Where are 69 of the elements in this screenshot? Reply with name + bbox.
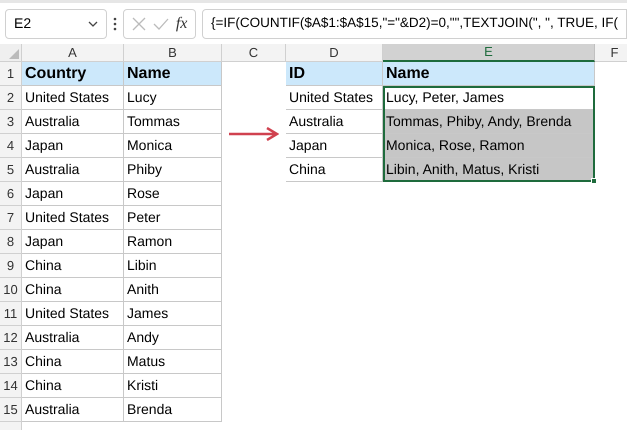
- row-header[interactable]: 13: [0, 350, 22, 374]
- table-cell: Australia: [286, 110, 383, 134]
- arrow-right-icon: [229, 127, 279, 141]
- row-header[interactable]: 3: [0, 110, 22, 134]
- more-options-icon[interactable]: [113, 16, 117, 30]
- column-header[interactable]: F: [595, 44, 627, 62]
- table-cell: Japan: [22, 230, 124, 254]
- row-header[interactable]: 7: [0, 206, 22, 230]
- table-cell: Kristi: [124, 374, 222, 398]
- table-cell: Tommas, Phiby, Andy, Brenda: [383, 110, 595, 134]
- row-header[interactable]: 8: [0, 230, 22, 254]
- row-header[interactable]: 14: [0, 374, 22, 398]
- column-header[interactable]: D: [286, 44, 383, 62]
- table-cell: Rose: [124, 182, 222, 206]
- row-header[interactable]: 6: [0, 182, 22, 206]
- row-header[interactable]: 1: [0, 62, 22, 86]
- table-cell: Japan: [22, 182, 124, 206]
- table-cell: Andy: [124, 326, 222, 350]
- formula-field[interactable]: {=IF(COUNTIF($A$1:$A$15,"="&D2)=0,"",TEXTJOIN(", ", TRUE, IF(: [202, 8, 627, 38]
- table-cell: Brenda: [124, 398, 222, 422]
- table-cell: China: [22, 350, 124, 374]
- close-icon[interactable]: [132, 16, 146, 30]
- table-cell: China: [286, 158, 383, 182]
- table-cell: Ramon: [124, 230, 222, 254]
- table-cell: China: [22, 374, 124, 398]
- column-heading: Country: [22, 62, 124, 86]
- row-header[interactable]: 9: [0, 254, 22, 278]
- column-header[interactable]: A: [22, 44, 124, 62]
- column-header[interactable]: B: [124, 44, 222, 62]
- column-header[interactable]: E: [383, 44, 595, 62]
- row-header[interactable]: 4: [0, 134, 22, 158]
- table-cell: James: [124, 302, 222, 326]
- table-cell: Anith: [124, 278, 222, 302]
- table-cell: United States: [22, 86, 124, 110]
- row-header[interactable]: 10: [0, 278, 22, 302]
- check-icon[interactable]: [152, 18, 169, 30]
- table-cell: China: [22, 254, 124, 278]
- table-cell: Japan: [22, 134, 124, 158]
- table-cell: Libin, Anith, Matus, Kristi: [383, 158, 595, 182]
- table-cell: United States: [22, 206, 124, 230]
- table-cell: Phiby: [124, 158, 222, 182]
- table-cell: United States: [22, 302, 124, 326]
- table-cell: Monica: [124, 134, 222, 158]
- table-cell: Australia: [22, 326, 124, 350]
- table-cell: Australia: [22, 158, 124, 182]
- table-cell: Peter: [124, 206, 222, 230]
- table-cell: Monica, Rose, Ramon: [383, 134, 595, 158]
- name-box[interactable]: E2: [5, 8, 107, 38]
- table-cell: Libin: [124, 254, 222, 278]
- select-all-icon[interactable]: [9, 49, 19, 59]
- table-cell: China: [22, 278, 124, 302]
- row-header[interactable]: 15: [0, 398, 22, 422]
- row-header[interactable]: 11: [0, 302, 22, 326]
- column-heading: ID: [286, 62, 383, 86]
- table-cell: United States: [286, 86, 383, 110]
- table-cell: Matus: [124, 350, 222, 374]
- column-heading: Name: [124, 62, 222, 86]
- table-cell: Australia: [22, 110, 124, 134]
- row-header[interactable]: 5: [0, 158, 22, 182]
- table-cell: Japan: [286, 134, 383, 158]
- table-cell: Lucy: [124, 86, 222, 110]
- table-cell: Tommas: [124, 110, 222, 134]
- chevron-down-icon: [88, 20, 98, 26]
- row-header[interactable]: 2: [0, 86, 22, 110]
- column-heading: Name: [383, 62, 595, 86]
- insert-function-button[interactable]: fx: [176, 12, 188, 36]
- row-header[interactable]: 12: [0, 326, 22, 350]
- column-header[interactable]: C: [222, 44, 286, 62]
- table-cell: Australia: [22, 398, 124, 422]
